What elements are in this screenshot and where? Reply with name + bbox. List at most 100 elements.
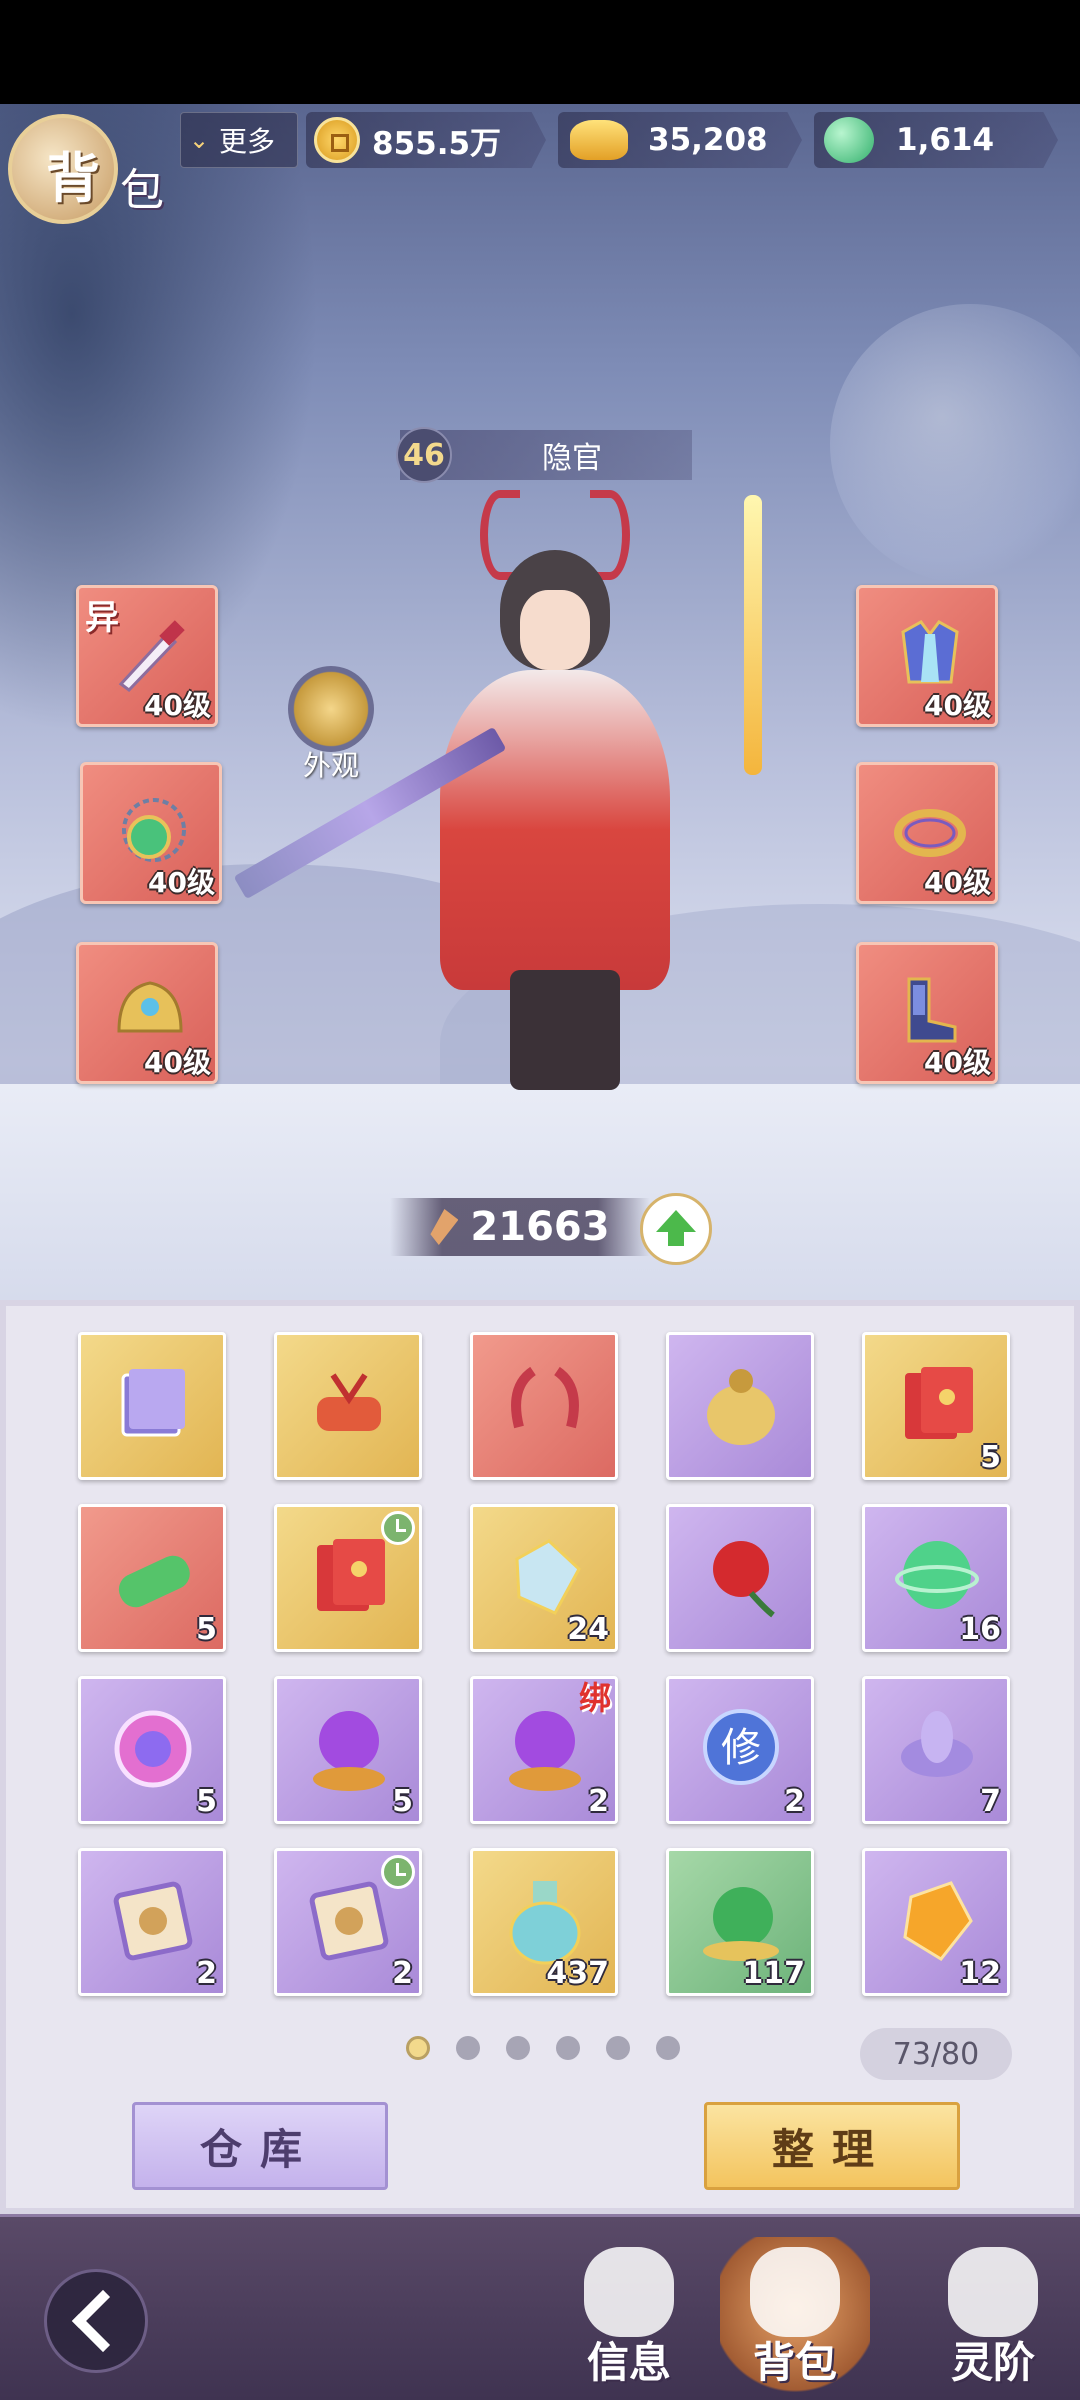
resource-jade[interactable]: 1,614 <box>814 112 1058 168</box>
nav-label: 信息 <box>586 2338 671 2387</box>
combat-power: 21663 <box>390 1198 650 1256</box>
bag-item-slot[interactable]: 117 <box>666 1848 814 1996</box>
title-char-1: 背 <box>46 147 100 210</box>
purple-orb-icon <box>509 1711 581 1791</box>
bag-item-slot[interactable]: 7 <box>862 1676 1010 1824</box>
resource-copper[interactable]: 855.5万 <box>306 112 546 168</box>
bag-item-slot[interactable] <box>666 1504 814 1652</box>
horn-right <box>590 490 630 580</box>
character-robe <box>440 670 670 990</box>
bag-item-slot[interactable]: 2 <box>78 1848 226 1996</box>
horn-left <box>480 490 520 580</box>
bag-item-slot[interactable] <box>666 1332 814 1480</box>
pet-card-icon <box>309 1881 389 1961</box>
copper-coin-icon <box>314 117 360 163</box>
bag-panel: 5 5 24 16 5 5 绑 2 修 2 7 2 2 437 117 12 73/80 仓库 整理 <box>0 1300 1080 2214</box>
item-count: 437 <box>546 1956 609 1991</box>
fist-icon <box>584 2247 674 2337</box>
green-orb-icon <box>895 1541 979 1609</box>
bag-item-slot[interactable]: 2 <box>274 1848 422 1996</box>
equip-slot-amulet[interactable]: 40级 <box>80 762 222 904</box>
potion-bottle-icon <box>509 1881 581 1965</box>
bag-icon <box>750 2247 840 2337</box>
item-count: 24 <box>567 1612 609 1647</box>
equip-level: 40级 <box>148 866 215 899</box>
copper-value: 855.5万 <box>372 125 502 162</box>
equip-level: 40级 <box>924 1046 991 1079</box>
page-dot[interactable] <box>606 2036 630 2060</box>
character-face <box>520 590 590 670</box>
sort-button[interactable]: 整理 <box>704 2102 960 2190</box>
feather-icon <box>430 1209 459 1245</box>
appearance-icon <box>288 666 374 752</box>
item-count: 12 <box>959 1956 1001 1991</box>
more-button[interactable]: ⌄ 更多 <box>180 112 298 168</box>
bag-item-slot[interactable]: 5 <box>78 1676 226 1824</box>
equip-slot-ring[interactable]: 40级 <box>856 762 998 904</box>
bag-item-slot[interactable] <box>274 1332 422 1480</box>
bamboo-icon <box>118 1555 190 1608</box>
equip-level: 40级 <box>924 689 991 722</box>
back-arrow-icon <box>71 2289 135 2353</box>
item-count: 117 <box>742 1956 805 1991</box>
bag-item-slot[interactable]: 5 <box>274 1676 422 1824</box>
bag-item-slot[interactable]: 5 <box>78 1504 226 1652</box>
flame-icon <box>948 2247 1038 2337</box>
item-count: 2 <box>196 1956 217 1991</box>
item-count: 7 <box>980 1784 1001 1819</box>
power-up-button[interactable] <box>640 1193 712 1265</box>
page-dot[interactable] <box>656 2036 680 2060</box>
bag-item-slot[interactable]: 16 <box>862 1504 1010 1652</box>
bag-item-slot[interactable]: 绑2 <box>470 1676 618 1824</box>
item-count: 5 <box>196 1784 217 1819</box>
bag-item-slot[interactable] <box>78 1332 226 1480</box>
item-count: 5 <box>196 1612 217 1647</box>
nav-label: 灵阶 <box>950 2338 1035 2387</box>
money-bag-icon <box>707 1369 775 1445</box>
nav-item-spirit-rank[interactable]: 灵阶 <box>918 2237 1068 2397</box>
page-dot[interactable] <box>506 2036 530 2060</box>
power-value: 21663 <box>470 1204 610 1250</box>
appearance-label: 外观 <box>302 749 359 782</box>
bag-item-slot[interactable] <box>274 1504 422 1652</box>
bag-item-slot[interactable] <box>470 1332 618 1480</box>
nav-item-bag[interactable]: 背包 <box>720 2237 870 2397</box>
page-dot[interactable] <box>456 2036 480 2060</box>
back-button[interactable] <box>44 2269 148 2373</box>
item-count: 2 <box>392 1956 413 1991</box>
ring-icon <box>894 809 966 857</box>
snow-ground <box>0 1084 1080 1300</box>
bag-item-slot[interactable]: 24 <box>470 1504 618 1652</box>
snail-orb-icon <box>703 1887 779 1961</box>
cultivation-orb-icon: 修 <box>703 1709 779 1785</box>
equip-level: 40级 <box>144 1046 211 1079</box>
bag-item-slot[interactable]: 修2 <box>666 1676 814 1824</box>
equip-slot-weapon[interactable]: 异 40级 <box>76 585 218 727</box>
gold-value: 35,208 <box>648 122 768 158</box>
item-count: 2 <box>588 1784 609 1819</box>
equip-slot-robe[interactable]: 40级 <box>856 585 998 727</box>
resource-gold[interactable]: 35,208 <box>558 112 802 168</box>
warehouse-button[interactable]: 仓库 <box>132 2102 388 2190</box>
bag-item-slot[interactable]: 437 <box>470 1848 618 1996</box>
robe-icon <box>901 620 959 684</box>
rose-icon <box>713 1541 775 1618</box>
page-title: 背 包 <box>8 114 168 224</box>
character-model[interactable] <box>400 490 700 1110</box>
title-char-2: 包 <box>120 165 164 216</box>
bag-item-slot[interactable]: 12 <box>862 1848 1010 1996</box>
equip-slot-boots[interactable]: 40级 <box>856 942 998 1084</box>
appearance-button[interactable]: 外观 <box>286 666 376 782</box>
lotus-icon <box>901 1711 973 1777</box>
status-bar <box>0 0 1080 104</box>
page-dot[interactable] <box>556 2036 580 2060</box>
more-label: 更多 <box>219 125 276 158</box>
nav-item-info[interactable]: 信息 <box>554 2237 704 2397</box>
jade-icon <box>824 117 874 163</box>
item-count: 2 <box>784 1784 805 1819</box>
bag-item-slot[interactable]: 5 <box>862 1332 1010 1480</box>
equip-slot-helmet[interactable]: 40级 <box>76 942 218 1084</box>
pet-card-icon <box>113 1881 193 1961</box>
page-dot[interactable] <box>406 2036 430 2060</box>
orb-char: 修 <box>721 1725 761 1771</box>
